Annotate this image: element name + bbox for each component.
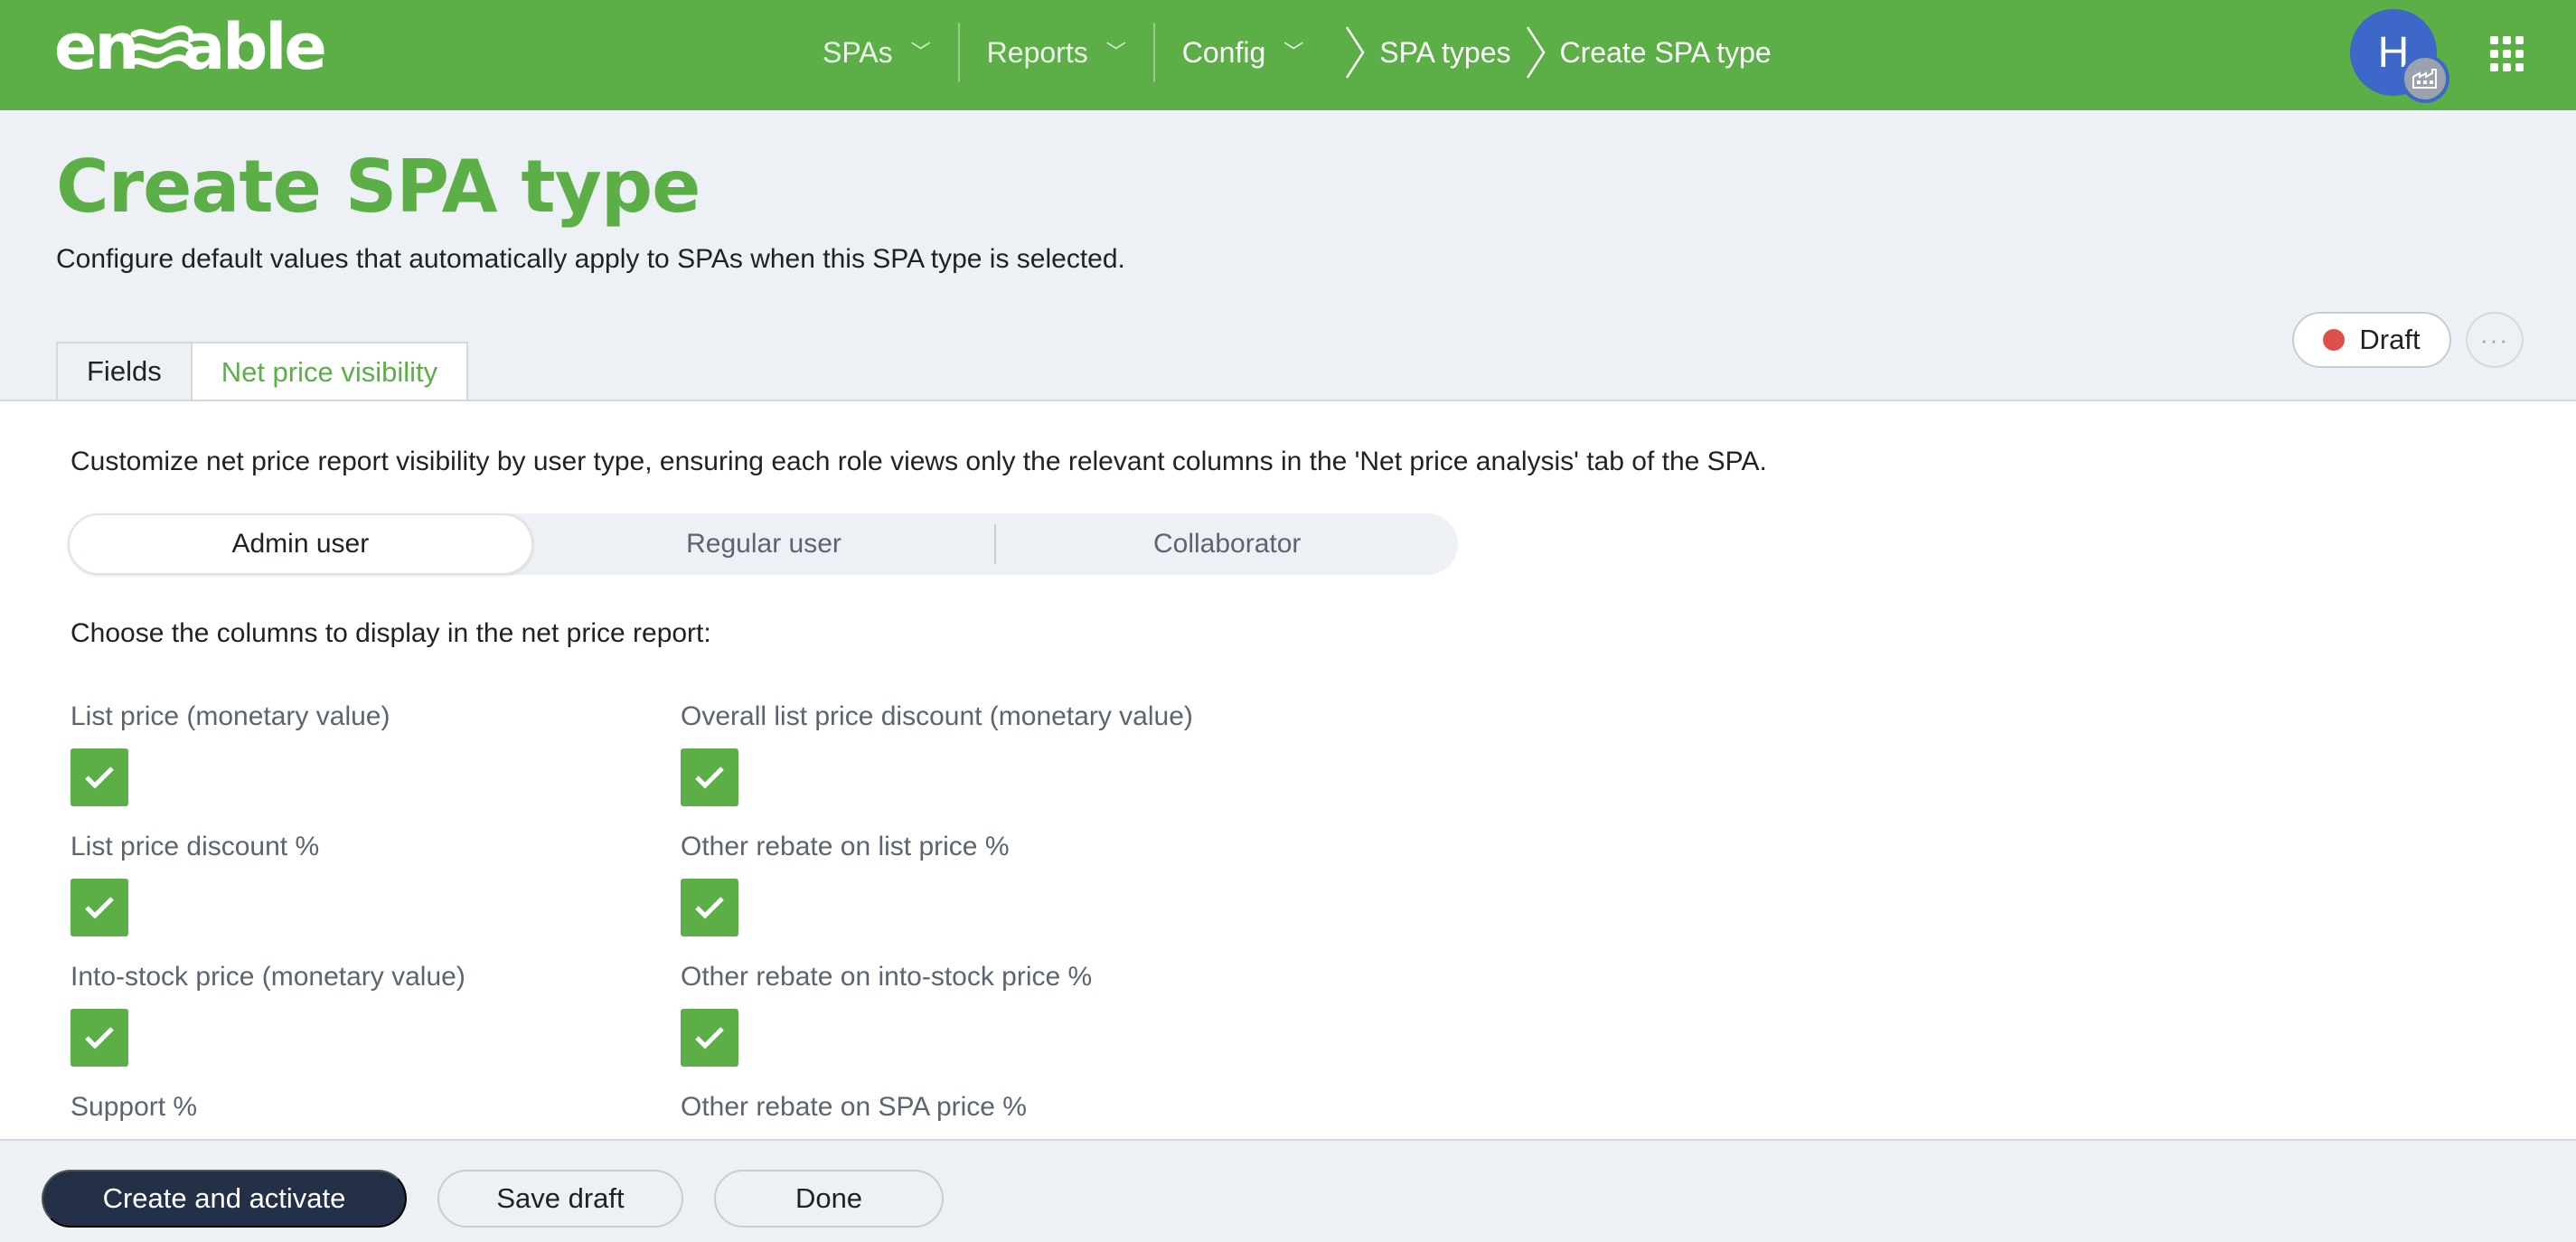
column-option-label: Overall list price discount (monetary va…	[681, 701, 1193, 731]
nav-spas-label: SPAs	[823, 35, 893, 69]
segment-regular-user[interactable]: Regular user	[533, 513, 995, 575]
columns-prompt: Choose the columns to display in the net…	[71, 618, 711, 648]
nav-spas[interactable]: SPAs ﹀	[795, 23, 958, 82]
save-draft-button[interactable]: Save draft	[437, 1170, 683, 1228]
create-and-activate-button[interactable]: Create and activate	[42, 1170, 407, 1228]
segment-collaborator[interactable]: Collaborator	[996, 513, 1458, 575]
tab-bar: Fields Net price visibility	[56, 342, 469, 401]
intro-text: Customize net price report visibility by…	[71, 447, 1767, 476]
svg-text:en: en	[54, 16, 136, 80]
done-button[interactable]: Done	[714, 1170, 944, 1228]
factory-icon	[2401, 54, 2449, 103]
nav-config-label: Config	[1181, 35, 1266, 69]
column-option-label: Other rebate on SPA price %	[681, 1092, 1027, 1122]
user-type-selector: Admin user Regular user Collaborator	[68, 513, 1458, 575]
column-option: Other rebate on list price %	[681, 832, 1010, 936]
more-options-button[interactable]: ···	[2466, 312, 2524, 368]
nav-reports-label: Reports	[986, 35, 1088, 69]
checkmark-icon	[85, 897, 114, 919]
app-launcher-grid-icon[interactable]	[2490, 36, 2526, 72]
chevron-down-icon: ﹀	[1105, 41, 1126, 63]
column-option: List price (monetary value)	[71, 701, 390, 806]
tab-net-price-visibility[interactable]: Net price visibility	[190, 342, 469, 401]
column-option-label: Other rebate on list price %	[681, 832, 1010, 861]
checkmark-icon	[85, 767, 114, 789]
status-label: Draft	[2359, 324, 2421, 355]
status-dot-icon	[2323, 329, 2346, 351]
chevron-down-icon: ﹀	[1283, 41, 1304, 63]
column-option: Overall list price discount (monetary va…	[681, 701, 1193, 806]
column-option: Into-stock price (monetary value)	[71, 962, 465, 1067]
breadcrumb-separator-icon	[1346, 26, 1365, 79]
column-checkbox[interactable]	[71, 748, 128, 806]
action-footer: Create and activate Save draft Done	[0, 1139, 2576, 1242]
column-option: Other rebate on into-stock price %	[681, 962, 1092, 1067]
logo-icon: en able	[54, 16, 325, 80]
nav-reports[interactable]: Reports ﹀	[960, 23, 1153, 82]
column-option: List price discount %	[71, 832, 319, 936]
page-subtitle: Configure default values that automatica…	[56, 244, 1125, 274]
nav-config[interactable]: Config ﹀	[1155, 23, 1331, 82]
breadcrumb-separator-icon	[1526, 26, 1546, 79]
checkmark-icon	[85, 1027, 114, 1049]
chevron-down-icon: ﹀	[910, 41, 931, 63]
segment-admin-user[interactable]: Admin user	[68, 513, 533, 575]
ellipsis-icon: ···	[2480, 325, 2509, 353]
status-badge[interactable]: Draft	[2292, 312, 2451, 368]
column-checkbox[interactable]	[681, 879, 738, 936]
top-bar: en able SPAs ﹀ Reports ﹀ Config ﹀ SPA ty…	[0, 0, 2576, 110]
tab-fields[interactable]: Fields	[56, 342, 193, 400]
checkmark-icon	[695, 767, 724, 789]
column-option-label: List price discount %	[71, 832, 320, 861]
svg-text:able: able	[183, 16, 324, 80]
avatar[interactable]: H	[2350, 9, 2449, 103]
checkmark-icon	[695, 1027, 724, 1049]
column-checkbox[interactable]	[681, 1009, 738, 1067]
breadcrumb-current: Create SPA type	[1559, 35, 1772, 69]
main-nav: SPAs ﹀ Reports ﹀ Config ﹀ SPA types Crea…	[795, 0, 1772, 105]
net-price-visibility-panel: Customize net price report visibility by…	[0, 400, 2576, 1197]
column-option-label: List price (monetary value)	[71, 701, 390, 731]
column-option-label: Into-stock price (monetary value)	[71, 962, 465, 992]
enable-logo[interactable]: en able	[54, 16, 325, 80]
checkmark-icon	[695, 897, 724, 919]
column-option-label: Other rebate on into-stock price %	[681, 962, 1093, 992]
column-checkbox[interactable]	[71, 879, 128, 936]
page-title: Create SPA type	[56, 145, 700, 229]
breadcrumb-spa-types[interactable]: SPA types	[1379, 36, 1510, 70]
column-checkbox[interactable]	[71, 1009, 128, 1067]
column-option-label: Support %	[71, 1092, 198, 1122]
breadcrumb: SPA types Create SPA type	[1330, 23, 1772, 82]
column-checkbox[interactable]	[681, 748, 738, 806]
